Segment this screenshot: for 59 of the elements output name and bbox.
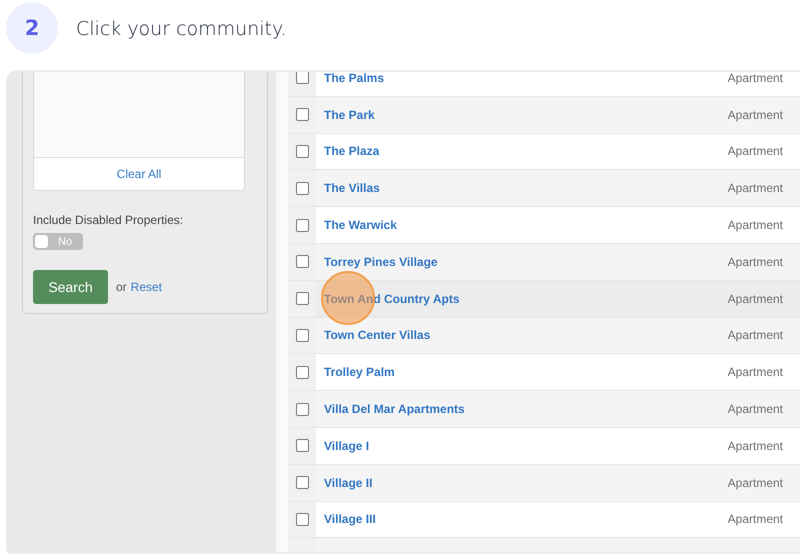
table-row[interactable]: The Park Apartment [288, 96, 800, 134]
property-type: Apartment [728, 365, 783, 380]
table-row[interactable]: The Palms Apartment [288, 72, 800, 97]
community-link[interactable]: Village III [324, 512, 728, 526]
row-checkbox[interactable] [296, 144, 308, 158]
table-row[interactable]: Torrey Pines Village Apartment [288, 244, 800, 281]
community-link[interactable]: The Warwick [324, 218, 728, 232]
row-checkbox[interactable] [296, 255, 308, 268]
community-link[interactable]: Village I [324, 438, 728, 453]
row-checkbox[interactable] [296, 292, 308, 306]
community-link[interactable]: The Palms [324, 72, 728, 85]
property-type: Apartment [728, 181, 783, 196]
table-row[interactable]: The Warwick Apartment [288, 207, 800, 244]
community-link[interactable]: The Plaza [324, 144, 728, 158]
table-row[interactable]: The Plaza Apartment [288, 134, 800, 170]
table-row[interactable]: Villa Del Mar Apartments Apartment [288, 391, 800, 428]
or-text: or [116, 280, 127, 294]
step-number-badge: 2 [6, 2, 58, 54]
row-checkbox[interactable] [296, 218, 308, 232]
community-link[interactable]: Village II [324, 476, 728, 490]
community-link[interactable]: Town Center Villas [324, 328, 728, 342]
search-button[interactable]: Search [33, 270, 108, 304]
community-link[interactable]: Torrey Pines Village [324, 254, 728, 269]
property-type: Apartment [728, 144, 783, 158]
property-type: Apartment [728, 438, 783, 453]
property-type: Apartment [728, 402, 783, 416]
row-checkbox[interactable] [296, 72, 308, 84]
reset-link[interactable]: Reset [130, 280, 162, 294]
community-link[interactable]: Villa Del Mar Apartments [324, 402, 728, 416]
property-type: Apartment [728, 254, 783, 269]
property-type: Apartment [728, 292, 783, 306]
row-checkbox[interactable] [296, 512, 308, 526]
include-disabled-label: Include Disabled Properties: [33, 213, 184, 227]
property-type: Apartment [728, 218, 783, 232]
row-checkbox[interactable] [296, 328, 308, 342]
row-checkbox[interactable] [296, 476, 308, 490]
row-checkbox[interactable] [296, 108, 308, 122]
row-checkbox[interactable] [296, 402, 308, 416]
community-link[interactable]: Town And Country Apts [324, 292, 728, 306]
community-link[interactable]: Trolley Palm [324, 365, 728, 380]
row-checkbox[interactable] [296, 366, 308, 379]
table-row[interactable]: The Villas Apartment [288, 170, 800, 208]
property-type: Apartment [728, 476, 783, 490]
property-type: Apartment [728, 512, 783, 526]
row-checkbox[interactable] [296, 182, 308, 195]
step-instruction: Click your community. [76, 18, 287, 40]
row-checkbox[interactable] [296, 439, 308, 452]
table-row[interactable]: Village III Apartment [288, 502, 800, 538]
table-row[interactable]: Trolley Palm Apartment [288, 354, 800, 392]
property-type: Apartment [728, 72, 783, 85]
community-link[interactable]: The Villas [324, 181, 728, 196]
property-type: Apartment [728, 108, 783, 122]
table-row[interactable]: Town Center Villas Apartment [288, 318, 800, 354]
table-row[interactable]: Village I Apartment [288, 428, 800, 465]
table-row[interactable]: Village II Apartment [288, 464, 800, 502]
community-link[interactable]: The Park [324, 108, 728, 122]
clear-all-button[interactable]: Clear All [34, 157, 244, 190]
property-type: Apartment [728, 328, 783, 342]
table-row[interactable]: Town And Country Apts Apartment [288, 280, 800, 318]
